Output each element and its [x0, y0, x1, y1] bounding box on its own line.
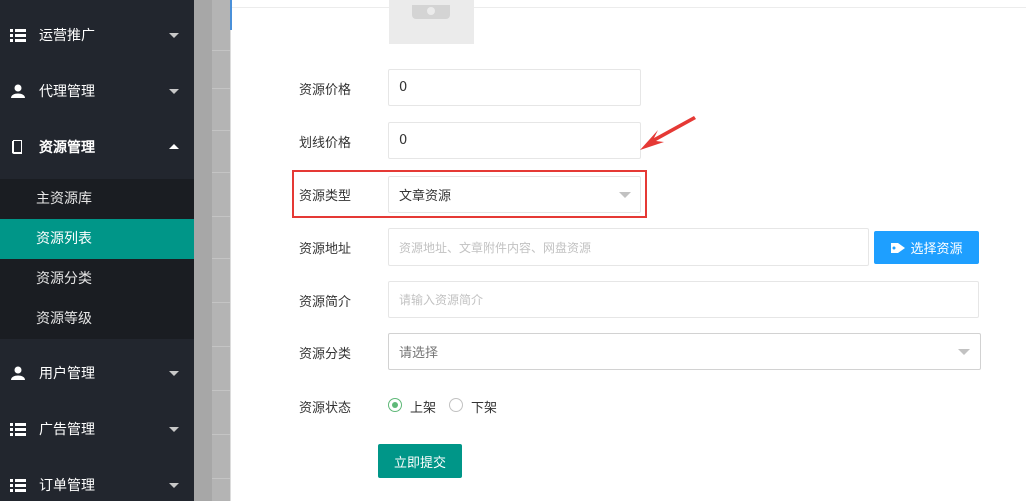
resource-address-input[interactable]: 资源地址、文章附件内容、网盘资源 [388, 228, 869, 266]
status-option-offline-label: 下架 [471, 401, 498, 416]
resource-intro-input[interactable]: 请输入资源简介 [388, 281, 979, 318]
panel-header-edge [230, 0, 1026, 30]
scroll-indicator [230, 0, 232, 30]
list-icon [10, 479, 26, 492]
list-icon [10, 29, 26, 42]
resource-type-value: 文章资源 [399, 189, 452, 204]
menu-item-agents[interactable]: 代理管理 [0, 63, 194, 119]
submenu-item-resource-category[interactable]: 资源分类 [0, 259, 194, 299]
divider [212, 478, 230, 479]
chevron-down-icon [169, 371, 179, 376]
divider [212, 88, 230, 89]
resource-category-select[interactable]: 请选择 [388, 333, 981, 370]
chevron-up-icon [169, 144, 179, 149]
submenu-item-resource-list[interactable]: 资源列表 [0, 219, 194, 259]
status-radio-online[interactable] [388, 398, 402, 412]
chevron-down-icon [169, 89, 179, 94]
divider [212, 346, 230, 347]
divider [212, 216, 230, 217]
tag-icon [891, 242, 906, 253]
menu-label: 运营推广 [39, 28, 95, 44]
chevron-down-icon [619, 192, 631, 198]
sidebar: 运营推广 代理管理 资源管理 主资源库 资源列表 资源分类 资源等级 用户管理 … [0, 0, 194, 501]
image-upload-placeholder[interactable] [389, 0, 474, 44]
menu-label: 代理管理 [39, 84, 95, 100]
resource-category-label: 资源分类 [299, 347, 352, 362]
menu-item-orders[interactable]: 订单管理 [0, 457, 194, 501]
background-table-strip [212, 0, 230, 501]
menu-label: 订单管理 [39, 478, 95, 494]
status-option-online-label: 上架 [410, 401, 437, 416]
users-icon [11, 84, 25, 98]
menu-label: 用户管理 [39, 366, 95, 382]
chevron-down-icon [958, 349, 970, 355]
menu-item-resources[interactable]: 资源管理 [0, 119, 194, 175]
menu-label: 广告管理 [39, 422, 95, 438]
divider [212, 50, 230, 51]
resource-category-value: 请选择 [399, 346, 439, 361]
menu-item-operations[interactable]: 运营推广 [0, 7, 194, 63]
divider [212, 302, 230, 303]
divider [212, 172, 230, 173]
resource-type-select[interactable]: 文章资源 [388, 176, 641, 213]
resource-type-label: 资源类型 [299, 189, 352, 204]
submenu-item-main-library[interactable]: 主资源库 [0, 179, 194, 219]
divider [212, 258, 230, 259]
submit-button[interactable]: 立即提交 [378, 444, 462, 478]
resource-intro-label: 资源简介 [299, 295, 352, 310]
chevron-down-icon [169, 33, 179, 38]
divider [212, 434, 230, 435]
red-arrow-annotation [640, 116, 696, 150]
price-input[interactable]: 0 [388, 69, 641, 106]
strike-price-input[interactable]: 0 [388, 122, 641, 159]
strike-price-label: 划线价格 [299, 136, 352, 151]
submenu-item-resource-level[interactable]: 资源等级 [0, 299, 194, 339]
user-icon [11, 366, 25, 380]
divider [212, 130, 230, 131]
resource-address-label: 资源地址 [299, 242, 352, 257]
menu-item-ads[interactable]: 广告管理 [0, 401, 194, 457]
menu-label: 资源管理 [39, 140, 95, 156]
camera-icon [412, 5, 450, 19]
list-icon [10, 423, 26, 436]
select-resource-label: 选择资源 [910, 242, 963, 257]
resource-status-label: 资源状态 [299, 401, 352, 416]
status-radio-offline[interactable] [449, 398, 463, 412]
menu-item-users[interactable]: 用户管理 [0, 345, 194, 401]
divider [212, 390, 230, 391]
price-label: 资源价格 [299, 83, 352, 98]
submenu-resources: 主资源库 资源列表 资源分类 资源等级 [0, 179, 194, 339]
chevron-down-icon [169, 427, 179, 432]
chevron-down-icon [169, 483, 179, 488]
book-icon [12, 140, 22, 154]
select-resource-button[interactable]: 选择资源 [874, 231, 979, 264]
